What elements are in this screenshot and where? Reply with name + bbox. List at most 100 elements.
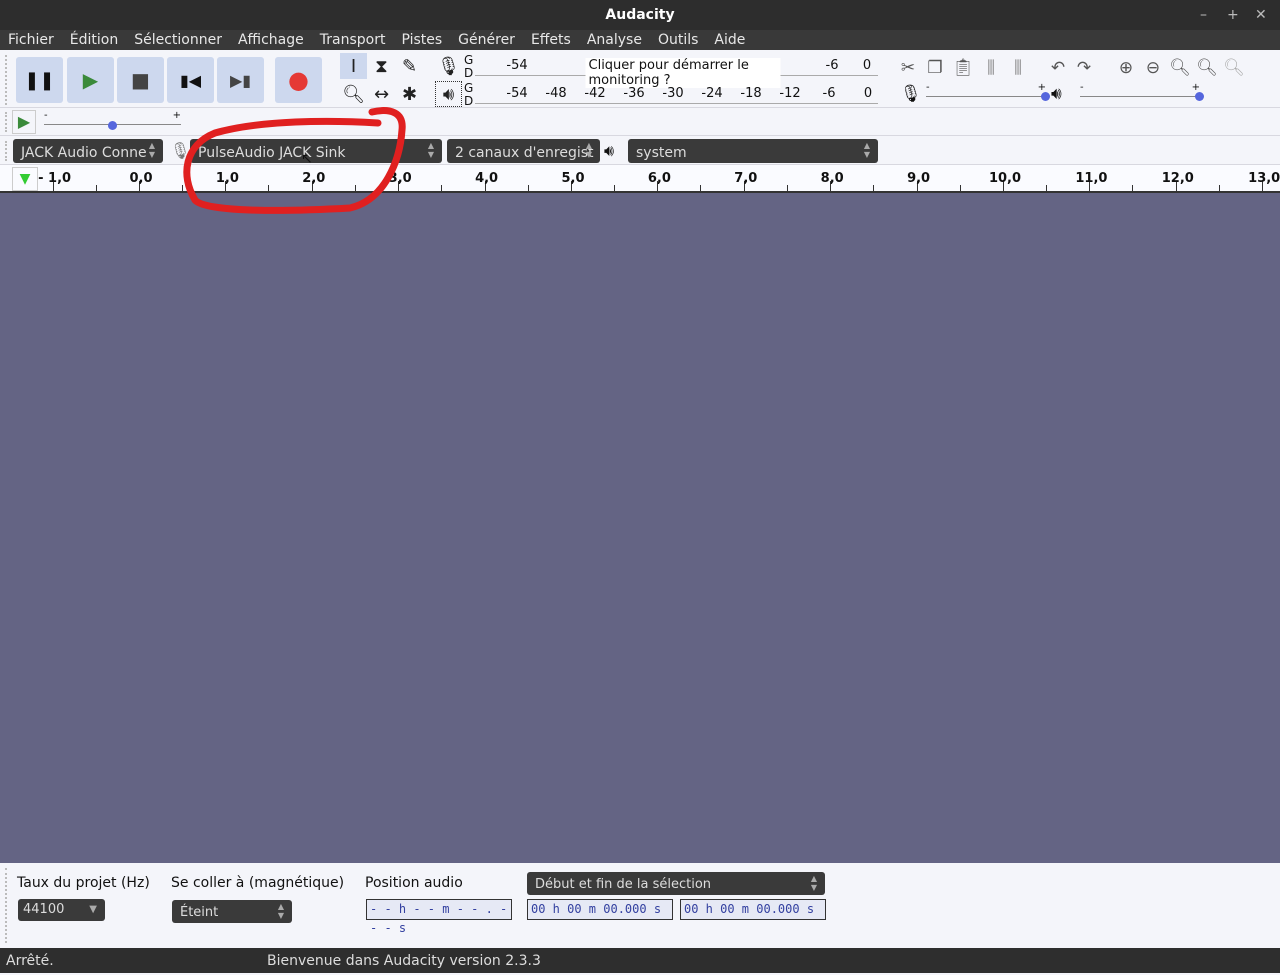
meter-label: -12 bbox=[779, 86, 801, 101]
play-at-speed-toolbar-row bbox=[0, 108, 1280, 136]
window-title: Audacity bbox=[605, 7, 675, 23]
ruler-minor-tick bbox=[182, 185, 183, 191]
redo-button[interactable]: ↷ bbox=[1071, 55, 1097, 81]
recording-channels-select[interactable]: 2 canaux d'enregist ▲ ▼ bbox=[447, 139, 600, 163]
skip-to-start-button[interactable]: ▮◀ bbox=[167, 57, 214, 103]
time-value: - - h - - m - - . - - - s bbox=[370, 902, 508, 935]
toolbar-grip[interactable] bbox=[5, 55, 10, 105]
record-meter-button[interactable]: 🎙︎ bbox=[435, 53, 462, 79]
select-value: system bbox=[636, 145, 687, 161]
audio-host-select[interactable]: JACK Audio Conne ▲ ▼ bbox=[13, 139, 163, 163]
zoom-toggle-icon: 🔍︎ bbox=[1223, 58, 1245, 78]
zoom-in-button[interactable]: ⊕ bbox=[1113, 55, 1139, 81]
audio-position-field[interactable]: - - h - - m - - . - - - s bbox=[366, 899, 512, 935]
speaker-icon: 🔊︎ bbox=[1051, 84, 1062, 104]
slider-max: + bbox=[172, 110, 181, 121]
select-value: 44100 bbox=[23, 902, 65, 917]
status-message: Bienvenue dans Audacity version 2.3.3 bbox=[267, 953, 541, 969]
double-arrow-icon: ↔ bbox=[373, 83, 390, 105]
selection-mode-select[interactable]: Début et fin de la sélection ▲ ▼ bbox=[527, 872, 825, 895]
menu-aide[interactable]: Aide bbox=[714, 30, 745, 50]
selection-start-field[interactable]: 00 h 00 m 00.000 s bbox=[527, 899, 673, 920]
close-button[interactable]: ✕ bbox=[1255, 0, 1267, 30]
play-icon: ▶ bbox=[82, 68, 99, 92]
menu-pistes[interactable]: Pistes bbox=[401, 30, 442, 50]
zoom-out-icon: ⊖ bbox=[1145, 58, 1161, 78]
menu-affichage[interactable]: Affichage bbox=[238, 30, 304, 50]
fit-project-button[interactable]: 🔍︎ bbox=[1194, 55, 1220, 81]
menu-edition[interactable]: Édition bbox=[70, 30, 118, 50]
zoom-out-button[interactable]: ⊖ bbox=[1140, 55, 1166, 81]
recording-device-select[interactable]: PulseAudio JACK Sink ▲ ▼ bbox=[190, 139, 442, 163]
track-area[interactable] bbox=[0, 193, 1280, 863]
slider-thumb[interactable] bbox=[107, 121, 117, 130]
stop-button[interactable]: ■ bbox=[117, 57, 164, 103]
menu-outils[interactable]: Outils bbox=[658, 30, 698, 50]
skip-to-end-button[interactable]: ▶▮ bbox=[217, 57, 264, 103]
record-button[interactable]: ● bbox=[275, 57, 322, 103]
selection-end-field[interactable]: 00 h 00 m 00.000 s bbox=[680, 899, 826, 920]
ruler-minor-tick bbox=[873, 185, 875, 191]
playback-speed-slider[interactable]: - + bbox=[44, 110, 181, 130]
paste-button[interactable]: 📋︎ bbox=[950, 55, 976, 81]
silence-button[interactable]: ⫼ bbox=[1005, 55, 1031, 81]
trim-button[interactable]: ⫼ bbox=[978, 55, 1004, 81]
toolbar-grip[interactable] bbox=[5, 868, 10, 943]
playback-volume-slider[interactable]: - + bbox=[1080, 82, 1204, 101]
maximize-button[interactable]: + bbox=[1227, 0, 1239, 30]
menu-fichier[interactable]: Fichier bbox=[8, 30, 54, 50]
minimize-button[interactable]: – bbox=[1200, 0, 1207, 30]
undo-button[interactable]: ↶ bbox=[1045, 55, 1071, 81]
timeline-ruler[interactable]: ▼ - 1,0 0,0 1,0 2,0 3,0 4,0 5,0 6,0 7,0 8,0 9,0 10,… bbox=[0, 165, 1280, 193]
play-button[interactable]: ▶ bbox=[67, 57, 114, 103]
menu-generer[interactable]: Générer bbox=[458, 30, 515, 50]
snap-select[interactable]: Éteint ▲ ▼ bbox=[172, 900, 292, 923]
zoom-toggle-button[interactable]: 🔍︎ bbox=[1221, 55, 1247, 81]
ruler-label: 12,0 bbox=[1161, 171, 1194, 186]
multi-tool[interactable]: ✱ bbox=[396, 81, 423, 107]
record-meter[interactable]: -54 Cliquer pour démarrer le monitoring … bbox=[475, 56, 878, 88]
ruler-label: 3,0 bbox=[388, 171, 412, 186]
ruler-minor-tick bbox=[1218, 185, 1220, 191]
play-meter[interactable]: -54 -48 -42 -36 -30 -24 -18 -12 -6 0 bbox=[475, 84, 878, 104]
menu-transport[interactable]: Transport bbox=[320, 30, 386, 50]
envelope-icon: ⧗ bbox=[375, 55, 388, 77]
select-value: Début et fin de la sélection bbox=[535, 877, 712, 892]
slider-thumb[interactable] bbox=[1041, 92, 1050, 101]
timeline-options-button[interactable]: ▼ bbox=[12, 167, 38, 191]
selection-tool[interactable]: I bbox=[340, 53, 367, 79]
draw-tool[interactable]: ✎ bbox=[396, 53, 423, 79]
recording-volume-slider[interactable]: - + bbox=[926, 82, 1050, 101]
i-beam-icon: I bbox=[350, 55, 357, 77]
ruler-minor-tick bbox=[441, 185, 443, 191]
zoom-tool[interactable]: 🔍︎ bbox=[340, 81, 367, 107]
speaker-icon: 🔊︎ bbox=[604, 141, 615, 160]
magnifier-icon: 🔍︎ bbox=[342, 83, 365, 105]
menu-effets[interactable]: Effets bbox=[531, 30, 571, 50]
pause-button[interactable]: ❚❚ bbox=[16, 57, 63, 103]
project-rate-select[interactable]: 44100 ▼ bbox=[18, 899, 105, 921]
slider-thumb[interactable] bbox=[1195, 92, 1204, 101]
play-meter-button[interactable]: 🔊︎ bbox=[435, 81, 462, 107]
envelope-tool[interactable]: ⧗ bbox=[368, 53, 395, 79]
ruler-label: 10,0 bbox=[988, 171, 1022, 186]
fit-selection-button[interactable]: 🔍︎ bbox=[1167, 55, 1193, 81]
slider-min: - bbox=[926, 82, 930, 93]
ruler-label: 13,0 bbox=[1248, 171, 1280, 186]
time-shift-tool[interactable]: ↔ bbox=[368, 81, 395, 107]
cut-button[interactable]: ✂ bbox=[895, 55, 921, 81]
playback-device-select[interactable]: system ▲ ▼ bbox=[628, 139, 878, 163]
copy-icon: ❐ bbox=[927, 58, 943, 78]
menu-analyse[interactable]: Analyse bbox=[587, 30, 642, 50]
play-at-speed-button[interactable]: ▶ bbox=[12, 110, 36, 134]
pause-icon: ❚❚ bbox=[24, 69, 55, 91]
copy-button[interactable]: ❐ bbox=[922, 55, 948, 81]
ruler-label: 4,0 bbox=[475, 171, 499, 186]
pencil-icon: ✎ bbox=[401, 55, 418, 77]
toolbar-grip[interactable] bbox=[5, 141, 10, 161]
ruler-label: 0,0 bbox=[129, 171, 153, 186]
menu-selectionner[interactable]: Sélectionner bbox=[134, 30, 222, 50]
select-value: JACK Audio Conne bbox=[21, 145, 147, 161]
toolbar-grip[interactable] bbox=[5, 112, 10, 132]
scissors-icon: ✂ bbox=[900, 58, 916, 78]
